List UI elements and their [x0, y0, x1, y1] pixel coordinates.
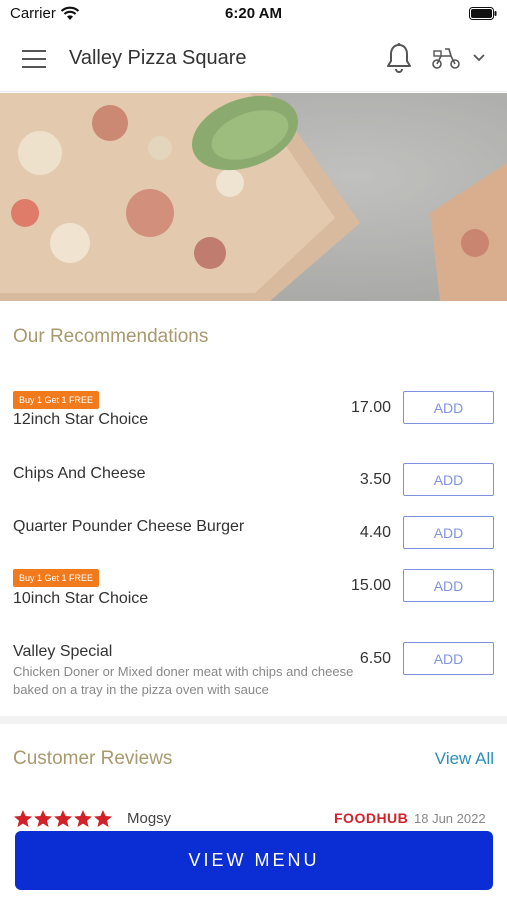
menu-icon[interactable] [22, 48, 48, 70]
view-all-link[interactable]: View All [435, 749, 494, 769]
item-price: 3.50 [359, 471, 391, 488]
menu-item: Buy 1 Get 1 FREE 10inch Star Choice 15.0… [0, 569, 507, 609]
hero-food-image [0, 93, 507, 301]
recommendations-title: Our Recommendations [13, 326, 209, 347]
restaurant-title: Valley Pizza Square [69, 47, 247, 69]
item-price: 17.00 [350, 399, 391, 416]
reviews-title: Customer Reviews [13, 748, 173, 769]
bell-icon[interactable] [385, 42, 413, 74]
item-name: Valley Special [13, 643, 113, 660]
status-time: 6:20 AM [225, 5, 282, 22]
battery-icon [469, 7, 497, 20]
item-price: 6.50 [359, 650, 391, 667]
review-item: Mogsy FOODHUB 18 Jun 2022 [0, 806, 507, 828]
menu-item: Chips And Cheese 3.50 ADD [0, 463, 507, 497]
item-name: 12inch Star Choice [13, 411, 149, 428]
menu-item: Quarter Pounder Cheese Burger 4.40 ADD [0, 516, 507, 550]
item-name: Quarter Pounder Cheese Burger [13, 518, 245, 535]
app-header: Valley Pizza Square [0, 28, 507, 92]
item-description: Chicken Doner or Mixed doner meat with c… [13, 664, 354, 697]
promo-badge: Buy 1 Get 1 FREE [13, 569, 100, 587]
view-menu-button[interactable]: VIEW MENU [15, 831, 493, 890]
star-rating-icon [14, 810, 112, 827]
add-button[interactable]: ADD [403, 569, 494, 602]
status-bar: Carrier 6:20 AM [0, 0, 507, 28]
chevron-down-icon[interactable] [472, 53, 486, 62]
add-button[interactable]: ADD [403, 642, 494, 675]
scooter-icon[interactable] [431, 46, 461, 70]
item-name: 10inch Star Choice [13, 590, 149, 607]
item-price: 15.00 [350, 577, 391, 594]
menu-item: Buy 1 Get 1 FREE 12inch Star Choice 17.0… [0, 390, 507, 430]
add-button[interactable]: ADD [403, 391, 494, 424]
item-name: Chips And Cheese [13, 465, 146, 482]
add-button[interactable]: ADD [403, 463, 494, 496]
add-button[interactable]: ADD [403, 516, 494, 549]
review-date: 18 Jun 2022 [414, 811, 486, 826]
foodhub-logo: FOODHUB [334, 810, 409, 826]
item-price: 4.40 [359, 524, 391, 541]
section-divider [0, 716, 507, 724]
promo-badge: Buy 1 Get 1 FREE [13, 391, 100, 409]
menu-item: Valley Special Chicken Doner or Mixed do… [0, 642, 507, 702]
reviewer-name: Mogsy [127, 810, 172, 827]
